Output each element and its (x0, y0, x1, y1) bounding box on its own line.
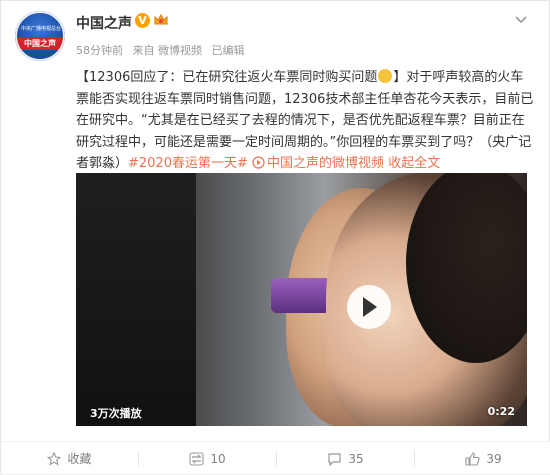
post-source[interactable]: 来自 微博视频 (133, 44, 203, 57)
video-duration: 0:22 (487, 405, 515, 418)
vip-crown-icon (154, 14, 168, 25)
comment-icon (328, 452, 341, 466)
hashtag-link[interactable]: #2020春运第一天# (128, 156, 248, 171)
post-text: 【12306回应了：已在研究往返火车票同时购买问题 】对于呼声较高的火车票能否实现… (76, 67, 536, 175)
comment-count: 35 (348, 451, 364, 466)
video-bg-figure (76, 173, 196, 426)
repost-button[interactable]: 10 (139, 442, 276, 475)
repost-count: 10 (210, 451, 226, 466)
favorite-label: 收藏 (67, 452, 92, 466)
post-headline: 12306回应了：已在研究往返火车票同时购买问题 (89, 70, 378, 85)
comment-button[interactable]: 35 (277, 442, 414, 475)
favorite-button[interactable]: 收藏 (1, 442, 138, 475)
play-count: 3万次播放 (90, 407, 142, 420)
repost-icon (189, 451, 204, 466)
chevron-down-icon[interactable] (514, 13, 528, 27)
emoji-icon (378, 69, 393, 83)
like-count: 39 (486, 451, 502, 466)
thumbs-up-icon (465, 451, 481, 466)
weibo-post-card: 中央广播电视总台 中国之声 中国之声 V 58分钟前 来自 微博视频 已编辑 【… (0, 0, 550, 474)
edited-label: 已编辑 (211, 44, 245, 57)
video-link-icon (252, 156, 265, 169)
video-player[interactable]: 3万次播放 0:22 (76, 173, 527, 426)
collapse-link[interactable]: 收起全文 (388, 156, 440, 171)
verified-badge-icon: V (135, 13, 150, 28)
play-icon (363, 297, 377, 317)
video-device (271, 278, 331, 313)
post-time[interactable]: 58分钟前 (76, 44, 123, 57)
video-link[interactable]: 中国之声的微博视频 (267, 156, 384, 171)
post-meta: 58分钟前 来自 微博视频 已编辑 (76, 42, 251, 58)
avatar[interactable]: 中央广播电视总台 中国之声 (15, 11, 65, 61)
star-icon (47, 451, 62, 466)
headline-bracket-close: 】 (393, 70, 407, 85)
like-button[interactable]: 39 (415, 442, 550, 475)
play-button[interactable] (347, 285, 391, 329)
action-bar: 收藏 10 35 39 (1, 441, 550, 474)
avatar-ring (15, 11, 65, 61)
account-name[interactable]: 中国之声 (76, 13, 132, 33)
headline-bracket-open: 【 (76, 70, 90, 85)
